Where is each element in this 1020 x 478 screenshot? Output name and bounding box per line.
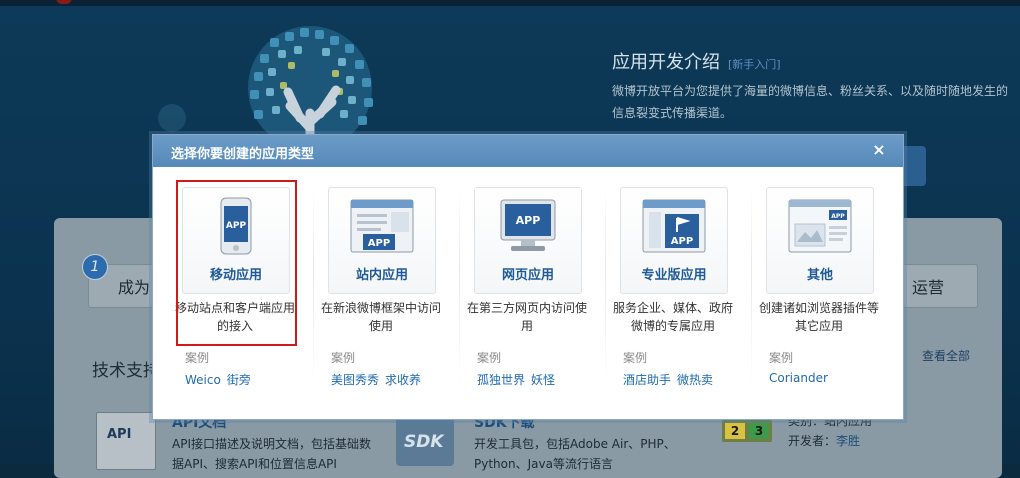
top-strip bbox=[0, 0, 1020, 6]
intro-title: 应用开发介绍 [新手入门] bbox=[612, 52, 781, 73]
svg-text:APP: APP bbox=[368, 238, 390, 249]
case-links-web: 孤独世界 妖怪 bbox=[477, 371, 561, 388]
app-badge: 2 3 bbox=[722, 420, 772, 442]
developer-link[interactable]: 李胜 bbox=[836, 434, 860, 448]
intro-description: 微博开放平台为您提供了海量的微博信息、粉丝关系、以及随时随地发生的信息裂变式传播… bbox=[612, 84, 1009, 120]
app-type-modal: 选择你要创建的应用类型 × APP 移动应用 移动站点和客户端应用的接入 案例 … bbox=[152, 134, 904, 420]
sdk-desc: 开发工具包，包括Adobe Air、PHP、Python、Java等流行语言 bbox=[474, 437, 676, 471]
browser-window-icon: APP bbox=[788, 199, 852, 253]
card-other-app[interactable]: APP 其他 bbox=[766, 187, 874, 294]
case-link[interactable]: Weico bbox=[185, 373, 221, 387]
step-text: 成为 bbox=[118, 278, 151, 297]
case-label: 案例 bbox=[623, 351, 648, 365]
column-separator bbox=[459, 187, 460, 387]
view-all-link[interactable]: 查看全部 bbox=[922, 347, 970, 364]
card-web-label: 网页应用 bbox=[501, 268, 554, 283]
case-label: 案例 bbox=[769, 351, 794, 365]
case-link[interactable]: 孤独世界 bbox=[477, 373, 525, 387]
svg-text:APP: APP bbox=[516, 214, 541, 227]
card-site-desc: 在新浪微博框架中访问使用 bbox=[320, 301, 441, 333]
modal-header: 选择你要创建的应用类型 × bbox=[153, 135, 903, 167]
badge-two: 2 bbox=[725, 423, 745, 439]
modal-title: 选择你要创建的应用类型 bbox=[171, 147, 315, 162]
column-separator bbox=[313, 187, 314, 387]
badge-three: 3 bbox=[749, 423, 769, 439]
card-other-desc: 创建诸如浏览器插件等其它应用 bbox=[758, 301, 879, 333]
card-web-desc: 在第三方网页内访问使用 bbox=[466, 301, 587, 333]
step-number: 1 bbox=[82, 254, 108, 280]
card-pro-desc: 服务企业、媒体、政府微博的专属应用 bbox=[612, 301, 733, 333]
case-link[interactable]: 求收养 bbox=[385, 373, 421, 387]
card-site-label: 站内应用 bbox=[355, 268, 408, 283]
card-other-label: 其他 bbox=[806, 268, 833, 283]
site-app-icon: APP bbox=[350, 199, 414, 253]
column-separator bbox=[605, 187, 606, 387]
column-separator bbox=[751, 187, 752, 387]
case-link[interactable]: 微热卖 bbox=[677, 373, 713, 387]
case-links-site: 美图秀秀 求收养 bbox=[331, 371, 427, 388]
api-doc-desc: API接口描述及说明文档，包括基础数据API、搜索API和位置信息API bbox=[172, 437, 371, 471]
card-pro-app[interactable]: APP 专业版应用 bbox=[620, 187, 728, 294]
api-doc-icon: API bbox=[96, 412, 156, 470]
monitor-icon: APP bbox=[500, 199, 556, 251]
svg-text:APP: APP bbox=[831, 213, 845, 220]
case-links-other: Coriander bbox=[769, 371, 834, 385]
sdk-icon: SDK bbox=[396, 418, 454, 466]
case-links-pro: 酒店助手 微热卖 bbox=[623, 371, 719, 388]
close-icon[interactable]: × bbox=[868, 139, 890, 161]
case-link[interactable]: 美图秀秀 bbox=[331, 373, 379, 387]
step-text-right: 运营 bbox=[912, 278, 945, 297]
case-link[interactable]: 街旁 bbox=[227, 373, 251, 387]
tech-support-title: 技术支持 bbox=[92, 361, 160, 381]
case-links-mobile: Weico 街旁 bbox=[185, 371, 257, 388]
card-site-app[interactable]: APP 站内应用 bbox=[328, 187, 436, 294]
selected-highlight bbox=[176, 180, 297, 346]
svg-text:APP: APP bbox=[671, 236, 693, 247]
case-link[interactable]: Coriander bbox=[769, 371, 828, 385]
case-label: 案例 bbox=[185, 351, 210, 365]
case-link[interactable]: 酒店助手 bbox=[623, 373, 671, 387]
case-link[interactable]: 妖怪 bbox=[531, 373, 555, 387]
app-developer: 开发者：李胜 bbox=[788, 434, 861, 448]
card-pro-label: 专业版应用 bbox=[641, 268, 707, 283]
newbie-link[interactable]: [新手入门] bbox=[728, 58, 781, 71]
case-label: 案例 bbox=[477, 351, 502, 365]
pro-app-icon: APP bbox=[642, 199, 706, 253]
case-label: 案例 bbox=[331, 351, 356, 365]
card-web-app[interactable]: APP 网页应用 bbox=[474, 187, 582, 294]
